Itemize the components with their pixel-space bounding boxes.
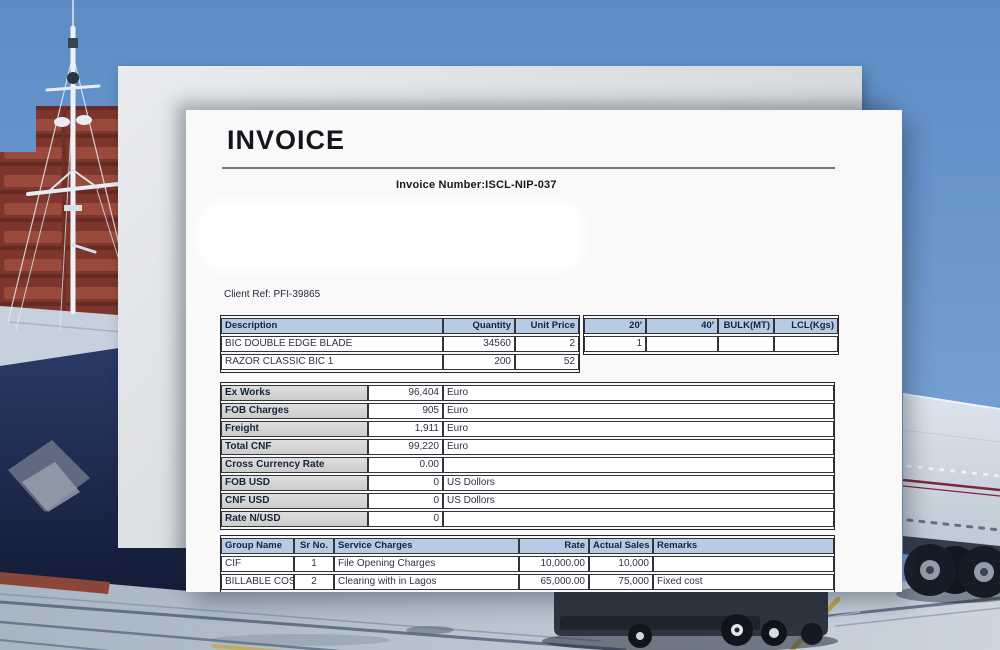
charge-unit: Euro [443, 385, 834, 401]
container-40-value [646, 336, 718, 352]
service-rate: 65,000.00 [519, 574, 589, 590]
charge-unit: Euro [443, 421, 834, 437]
service-actual: 75,000 [589, 574, 653, 590]
item-description: RAZOR CLASSIC BIC 1 [221, 354, 443, 370]
container-col-40: 40' [646, 318, 718, 334]
charge-unit: US Dollors [443, 493, 834, 509]
charge-label: Ex Works [221, 385, 368, 401]
services-col-actual: Actual Sales [589, 538, 653, 554]
charge-value: 0 [368, 511, 443, 527]
charge-label: CNF USD [221, 493, 368, 509]
charge-value: 96,404 [368, 385, 443, 401]
items-col-unit-price: Unit Price [515, 318, 579, 334]
charge-unit: US Dollors [443, 475, 834, 491]
service-group: BILLABLE COSTS [221, 574, 294, 590]
service-remarks [653, 556, 834, 572]
charge-unit [443, 457, 834, 473]
page-title: INVOICE [227, 125, 345, 156]
charge-value: 0.00 [368, 457, 443, 473]
screenshot-canvas: INVOICE Invoice Number:ISCL-NIP-037 Clie… [0, 0, 1000, 650]
service-group: CIF [221, 556, 294, 572]
charges-row: Freight 1,911 Euro [221, 421, 834, 437]
container-lcl-value [774, 336, 838, 352]
charge-label: Freight [221, 421, 368, 437]
items-header-row: Description Quantity Unit Price [221, 318, 579, 334]
services-table: Group Name Sr No. Service Charges Rate A… [220, 535, 835, 592]
charges-row: Rate N/USD 0 [221, 511, 834, 527]
charges-table: Ex Works 96,404 Euro FOB Charges 905 Eur… [220, 382, 835, 530]
charge-label: Rate N/USD [221, 511, 368, 527]
services-col-group: Group Name [221, 538, 294, 554]
items-table: Description Quantity Unit Price BIC DOUB… [220, 315, 580, 373]
service-remarks: Fixed cost [653, 574, 834, 590]
item-unit-price: 2 [515, 336, 579, 352]
service-row: BILLABLE COSTS 2 Clearing with in Lagos … [221, 574, 834, 590]
service-sr: 1 [294, 556, 334, 572]
charge-value: 0 [368, 475, 443, 491]
service-row: CIF 1 File Opening Charges 10,000.00 10,… [221, 556, 834, 572]
dark-vehicle [542, 588, 838, 650]
container-col-lcl: LCL(Kgs) [774, 318, 838, 334]
charges-row: Total CNF 99,220 Euro [221, 439, 834, 455]
charge-value: 99,220 [368, 439, 443, 455]
charge-label: FOB Charges [221, 403, 368, 419]
container-col-bulk: BULK(MT) [718, 318, 774, 334]
service-sr: 2 [294, 574, 334, 590]
charge-unit: Euro [443, 439, 834, 455]
title-divider [222, 167, 835, 169]
charges-row: FOB USD 0 US Dollors [221, 475, 834, 491]
charge-label: Cross Currency Rate [221, 457, 368, 473]
item-description: BIC DOUBLE EDGE BLADE [221, 336, 443, 352]
item-unit-price: 52 [515, 354, 579, 370]
services-col-service: Service Charges [334, 538, 519, 554]
services-header-row: Group Name Sr No. Service Charges Rate A… [221, 538, 834, 554]
service-rate: 10,000.00 [519, 556, 589, 572]
item-quantity: 200 [443, 354, 515, 370]
items-col-description: Description [221, 318, 443, 334]
items-col-quantity: Quantity [443, 318, 515, 334]
container-row: 1 [584, 336, 838, 352]
highlight-strip [208, 210, 574, 262]
truck-trailer [896, 394, 1000, 603]
truck-wheels [904, 544, 1000, 598]
charge-value: 905 [368, 403, 443, 419]
charges-row: CNF USD 0 US Dollors [221, 493, 834, 509]
charges-row: FOB Charges 905 Euro [221, 403, 834, 419]
item-row: RAZOR CLASSIC BIC 1 200 52 [221, 354, 579, 370]
invoice-page: INVOICE Invoice Number:ISCL-NIP-037 Clie… [186, 110, 902, 592]
item-quantity: 34560 [443, 336, 515, 352]
service-name: Clearing with in Lagos [334, 574, 519, 590]
charge-label: FOB USD [221, 475, 368, 491]
services-col-remarks: Remarks [653, 538, 834, 554]
charge-unit: Euro [443, 403, 834, 419]
container-table: 20' 40' BULK(MT) LCL(Kgs) 1 [583, 315, 839, 355]
charges-row: Cross Currency Rate 0.00 [221, 457, 834, 473]
container-bulk-value [718, 336, 774, 352]
charge-value: 0 [368, 493, 443, 509]
client-ref: Client Ref: PFI-39865 [224, 289, 320, 300]
services-col-sr: Sr No. [294, 538, 334, 554]
services-col-rate: Rate [519, 538, 589, 554]
service-name: File Opening Charges [334, 556, 519, 572]
invoice-number: Invoice Number:ISCL-NIP-037 [396, 179, 557, 191]
item-row: BIC DOUBLE EDGE BLADE 34560 2 [221, 336, 579, 352]
charge-label: Total CNF [221, 439, 368, 455]
container-col-20: 20' [584, 318, 646, 334]
charge-unit [443, 511, 834, 527]
container-header-row: 20' 40' BULK(MT) LCL(Kgs) [584, 318, 838, 334]
charge-value: 1,911 [368, 421, 443, 437]
charges-row: Ex Works 96,404 Euro [221, 385, 834, 401]
service-actual: 10,000 [589, 556, 653, 572]
container-20-value: 1 [584, 336, 646, 352]
